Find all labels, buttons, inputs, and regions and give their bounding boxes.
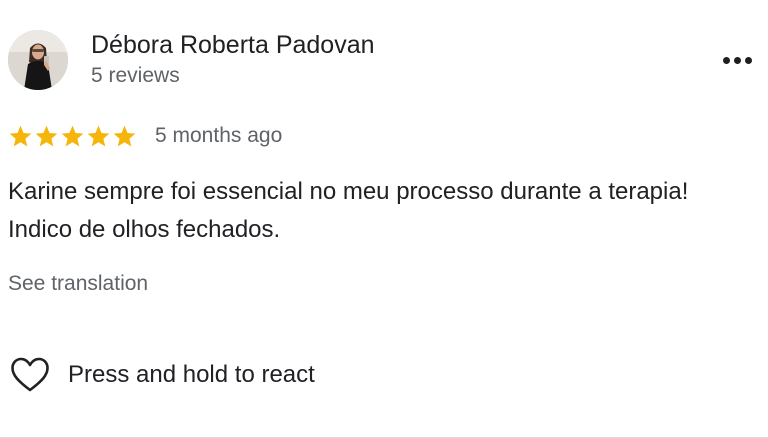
star-icon xyxy=(87,125,110,146)
see-translation-link[interactable]: See translation xyxy=(8,272,148,296)
react-label: Press and hold to react xyxy=(68,361,315,388)
author-name[interactable]: Débora Roberta Padovan xyxy=(91,31,375,60)
review-text: Karine sempre foi essencial no meu proce… xyxy=(8,178,689,243)
star-icon xyxy=(113,125,136,146)
review-date: 5 months ago xyxy=(155,124,283,147)
more-horizontal-icon xyxy=(722,56,730,64)
avatar-photo xyxy=(8,30,68,90)
star-icon xyxy=(9,125,32,146)
review-count: 5 reviews xyxy=(91,64,180,87)
star-icon xyxy=(61,125,84,146)
avatar[interactable] xyxy=(8,30,68,90)
more-options-button[interactable] xyxy=(714,46,760,74)
rating-row: 5 months ago xyxy=(8,120,282,152)
react-button[interactable]: Press and hold to react xyxy=(10,356,315,394)
star-rating xyxy=(8,124,137,149)
star-icon xyxy=(35,125,58,146)
review-card: Débora Roberta Padovan 5 reviews 5 month… xyxy=(0,0,768,438)
heart-outline-icon xyxy=(11,357,49,392)
